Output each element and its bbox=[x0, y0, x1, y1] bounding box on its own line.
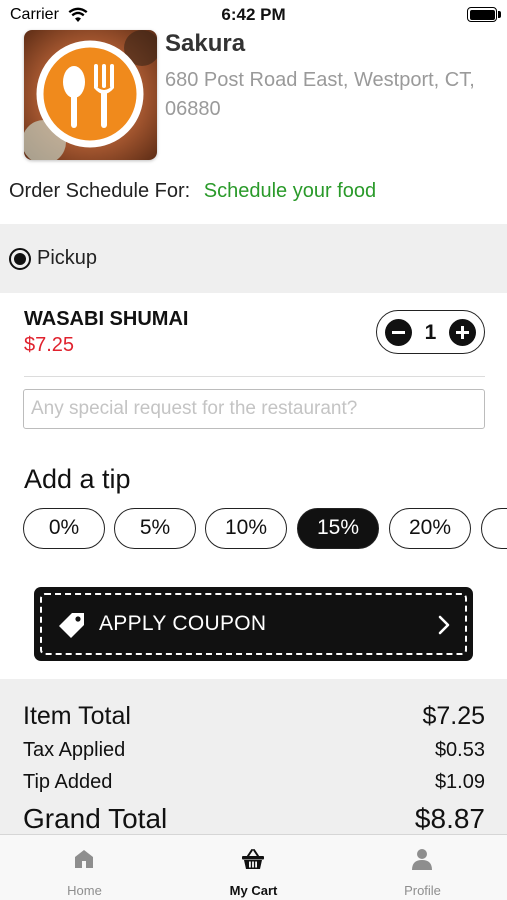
tab-bar: Home My Cart Profile bbox=[0, 834, 507, 900]
tip-option-10[interactable]: 10% bbox=[205, 508, 287, 549]
quantity-value: 1 bbox=[424, 321, 437, 344]
apply-coupon-button[interactable]: APPLY COUPON bbox=[34, 587, 473, 661]
restaurant-address: 680 Post Road East, Westport, CT, 06880 bbox=[165, 69, 475, 120]
status-time: 6:42 PM bbox=[221, 5, 286, 24]
tab-home[interactable]: Home bbox=[0, 835, 169, 900]
battery-cap bbox=[498, 11, 501, 18]
tip-added-value: $1.09 bbox=[434, 771, 485, 793]
restaurant-logo bbox=[24, 30, 157, 160]
person-icon bbox=[412, 849, 432, 870]
order-schedule-row: Order Schedule For: Schedule your food bbox=[9, 180, 376, 203]
tab-my-cart-label: My Cart bbox=[229, 883, 278, 898]
increase-quantity-button[interactable] bbox=[449, 319, 476, 346]
tab-home-label: Home bbox=[67, 883, 102, 898]
status-bar: Carrier 6:42 PM bbox=[0, 0, 507, 30]
grand-total-value: $8.87 bbox=[414, 803, 485, 834]
tab-profile[interactable]: Profile bbox=[338, 835, 507, 900]
utensils-logo-icon bbox=[24, 30, 157, 160]
pickup-radio[interactable] bbox=[9, 248, 31, 270]
tax-label: Tax Applied bbox=[23, 739, 126, 761]
tab-profile-label: Profile bbox=[404, 883, 441, 898]
basket-icon bbox=[242, 849, 264, 869]
special-request-input[interactable] bbox=[23, 389, 485, 429]
tip-option-0[interactable]: 0% bbox=[23, 508, 105, 549]
tip-option-15[interactable]: 15% bbox=[297, 508, 379, 549]
grand-total-label: Grand Total bbox=[23, 803, 168, 834]
tip-added-label: Tip Added bbox=[23, 771, 113, 793]
tip-options: 0% 5% 10% 15% 20% bbox=[23, 508, 507, 550]
home-icon bbox=[75, 850, 93, 868]
pickup-label[interactable]: Pickup bbox=[37, 247, 97, 270]
quantity-stepper: 1 bbox=[376, 310, 485, 354]
cart-item-name: WASABI SHUMAI bbox=[24, 308, 189, 330]
tag-icon bbox=[59, 613, 84, 638]
tip-title: Add a tip bbox=[24, 464, 131, 494]
tip-option-5[interactable]: 5% bbox=[114, 508, 196, 549]
chevron-right-icon bbox=[438, 615, 450, 635]
item-total-label: Item Total bbox=[23, 702, 131, 730]
cart-item-price: $7.25 bbox=[24, 334, 75, 356]
tip-option-20[interactable]: 20% bbox=[389, 508, 471, 549]
tab-my-cart[interactable]: My Cart bbox=[169, 835, 338, 900]
schedule-label: Order Schedule For: bbox=[9, 180, 191, 202]
item-total-value: $7.25 bbox=[422, 702, 485, 730]
divider bbox=[24, 376, 485, 377]
restaurant-name: Sakura bbox=[165, 30, 246, 57]
radio-selected-dot bbox=[14, 253, 26, 265]
decrease-quantity-button[interactable] bbox=[385, 319, 412, 346]
battery-icon bbox=[467, 7, 497, 22]
schedule-food-link[interactable]: Schedule your food bbox=[204, 180, 376, 202]
apply-coupon-label: APPLY COUPON bbox=[99, 612, 267, 635]
tax-value: $0.53 bbox=[434, 739, 485, 761]
tip-option-more[interactable] bbox=[481, 508, 507, 549]
order-totals: Item Total $7.25 Tax Applied $0.53 Tip A… bbox=[0, 679, 507, 839]
order-type-section: Pickup bbox=[0, 224, 507, 293]
